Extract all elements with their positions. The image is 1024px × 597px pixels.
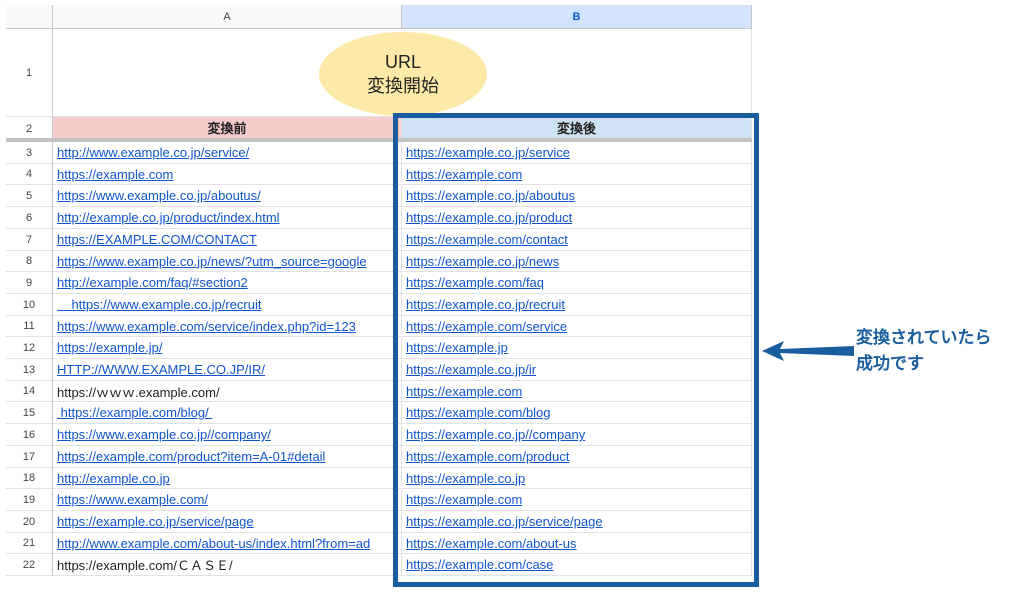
cell-before-url[interactable]: http://example.co.jp/product/index.html — [53, 207, 402, 229]
spreadsheet-grid: A B 1 2 変換前 変換後 3 http://www.example.co.j… — [6, 5, 752, 585]
convert-button-line2: 変換開始 — [367, 76, 439, 96]
cell-after-url[interactable]: https://example.co.jp/recruit — [402, 294, 752, 316]
row-header[interactable]: 16 — [6, 424, 53, 446]
url-convert-start-button[interactable]: URL 変換開始 — [319, 32, 487, 116]
cell-after-url[interactable]: https://example.co.jp/news — [402, 251, 752, 272]
cell-before-url[interactable]: https://www.example.com/service/index.ph… — [53, 316, 402, 337]
row-header[interactable]: 17 — [6, 446, 53, 468]
column-header-b[interactable]: B — [402, 5, 752, 29]
column-header-a[interactable]: A — [53, 5, 402, 29]
cell-before-url[interactable]: https://www.example.com/ — [53, 489, 402, 511]
cell-after-url[interactable]: https://example.jp — [402, 337, 752, 359]
row-header[interactable]: 11 — [6, 316, 53, 337]
row-header[interactable]: 6 — [6, 207, 53, 229]
row-header[interactable]: 10 — [6, 294, 53, 316]
cell-after-url[interactable]: https://example.com/product — [402, 446, 752, 468]
row-header[interactable]: 12 — [6, 337, 53, 359]
cell-after-url[interactable]: https://example.co.jp/service/page — [402, 511, 752, 533]
row-header[interactable]: 8 — [6, 251, 53, 272]
cell-after-url[interactable]: https://example.co.jp/product — [402, 207, 752, 229]
row-header[interactable]: 13 — [6, 359, 53, 381]
cell-before-url[interactable]: https://EXAMPLE.COM/CONTACT — [53, 229, 402, 251]
cell-after-url[interactable]: https://example.co.jp/aboutus — [402, 185, 752, 207]
cell-before-url[interactable]: https://www.example.co.jp/recruit — [53, 294, 402, 316]
row-header-1[interactable]: 1 — [6, 29, 53, 117]
cell-before-url[interactable]: http://example.com/faq/#section2 — [53, 272, 402, 294]
cell-after-url[interactable]: https://example.com — [402, 489, 752, 511]
cell-before-url[interactable]: https://example.jp/ — [53, 337, 402, 359]
row-header[interactable]: 4 — [6, 164, 53, 185]
cell-before-url[interactable]: https://ｗｗｗ.example.com/ — [53, 381, 402, 402]
cell-before-url[interactable]: https://www.example.co.jp/news/?utm_sour… — [53, 251, 402, 272]
left-arrow-icon — [762, 341, 854, 361]
row-header[interactable]: 20 — [6, 511, 53, 533]
row-header[interactable]: 15 — [6, 402, 53, 424]
cell-before-url[interactable]: https://www.example.co.jp//company/ — [53, 424, 402, 446]
row-header[interactable]: 3 — [6, 142, 53, 164]
cell-after-url[interactable]: https://example.com/contact — [402, 229, 752, 251]
cell-after-url[interactable]: https://example.co.jp/ir — [402, 359, 752, 381]
cell-after-url[interactable]: https://example.com/faq — [402, 272, 752, 294]
row-header[interactable]: 14 — [6, 381, 53, 402]
row-header[interactable]: 7 — [6, 229, 53, 251]
cell-after-url[interactable]: https://example.co.jp/service — [402, 142, 752, 164]
cell-after-url[interactable]: https://example.com/service — [402, 316, 752, 337]
header-cell-before[interactable]: 変換前 — [53, 117, 402, 138]
cell-after-url[interactable]: https://example.com/case — [402, 554, 752, 576]
cell-after-url[interactable]: https://example.com — [402, 381, 752, 402]
cell-before-url[interactable]: https://example.com/blog/ — [53, 402, 402, 424]
cell-after-url[interactable]: https://example.com — [402, 164, 752, 185]
cell-before-url[interactable]: HTTP://WWW.EXAMPLE.CO.JP/IR/ — [53, 359, 402, 381]
cell-before-url[interactable]: https://example.com/product?item=A-01#de… — [53, 446, 402, 468]
select-all-corner[interactable] — [6, 5, 53, 29]
cell-after-url[interactable]: https://example.com/about-us — [402, 533, 752, 554]
row-header[interactable]: 22 — [6, 554, 53, 576]
convert-button-line1: URL — [384, 52, 421, 72]
cell-before-url[interactable]: https://example.co.jp/service/page — [53, 511, 402, 533]
cell-before-url[interactable]: http://www.example.com/about-us/index.ht… — [53, 533, 402, 554]
row-header[interactable]: 18 — [6, 468, 53, 489]
cell-before-url[interactable]: http://example.co.jp — [53, 468, 402, 489]
row-header[interactable]: 21 — [6, 533, 53, 554]
annotation-line1: 変換されていたら — [856, 328, 992, 347]
success-annotation: 変換されていたら 成功です — [856, 325, 992, 377]
cell-before-url[interactable]: https://example.com/ＣＡＳＥ/ — [53, 554, 402, 576]
row-header[interactable]: 5 — [6, 185, 53, 207]
row-header[interactable]: 19 — [6, 489, 53, 511]
cell-before-url[interactable]: https://www.example.co.jp/aboutus/ — [53, 185, 402, 207]
cell-before-url[interactable]: http://www.example.co.jp/service/ — [53, 142, 402, 164]
cell-before-url[interactable]: https://example.com — [53, 164, 402, 185]
cell-after-url[interactable]: https://example.co.jp//company — [402, 424, 752, 446]
annotation-line2: 成功です — [856, 354, 924, 373]
cell-after-url[interactable]: https://example.com/blog — [402, 402, 752, 424]
header-cell-after[interactable]: 変換後 — [402, 117, 752, 138]
cell-after-url[interactable]: https://example.co.jp — [402, 468, 752, 489]
row-header[interactable]: 9 — [6, 272, 53, 294]
